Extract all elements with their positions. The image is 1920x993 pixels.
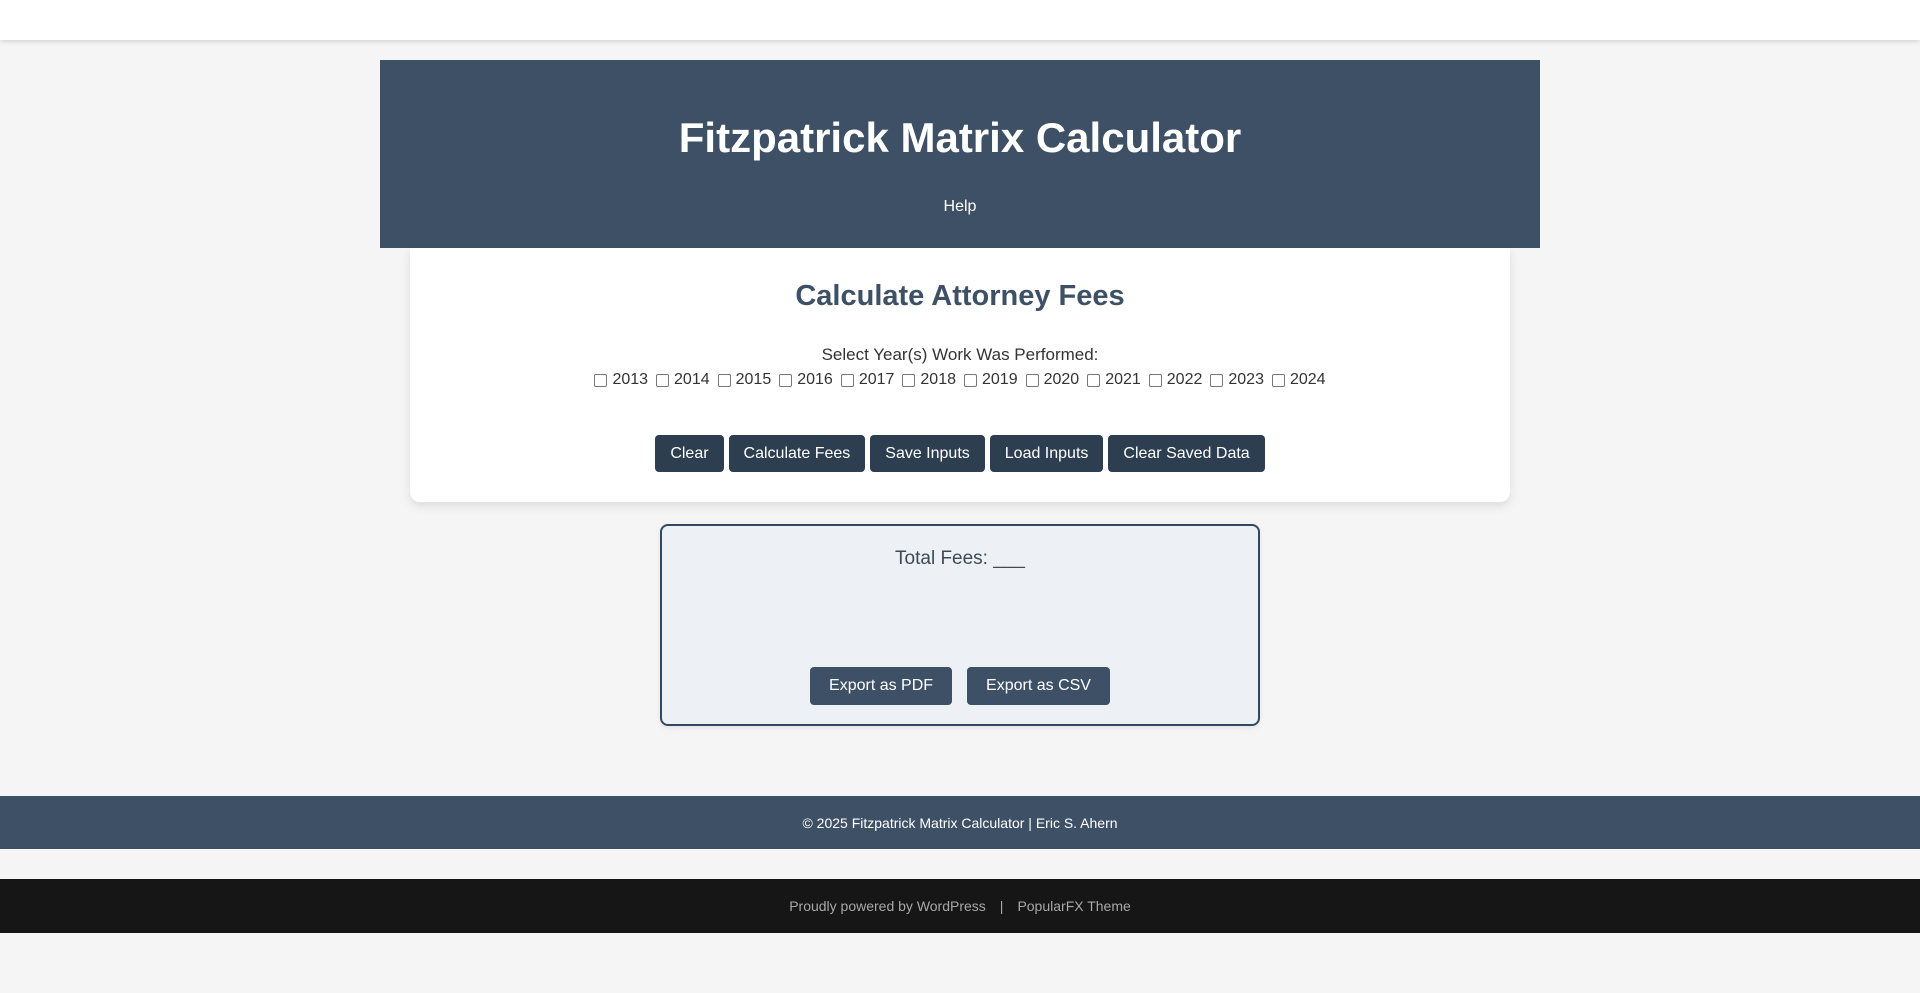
header-nav: Help: [380, 198, 1540, 216]
year-label: 2015: [735, 371, 772, 388]
year-checkbox[interactable]: [717, 373, 731, 387]
year-checkbox[interactable]: [964, 373, 977, 387]
year-option[interactable]: 2015: [717, 371, 772, 389]
results-panel: Total Fees: ___ Export as PDF Export as …: [660, 524, 1260, 726]
help-link[interactable]: Help: [944, 198, 977, 215]
calculator-card: Calculate Attorney Fees Select Year(s) W…: [410, 248, 1510, 502]
year-checkbox[interactable]: [1271, 373, 1285, 387]
year-label: 2023: [1228, 371, 1264, 388]
load-inputs-button[interactable]: Load Inputs: [989, 435, 1104, 472]
year-label: 2018: [920, 371, 956, 388]
year-option[interactable]: 2016: [779, 371, 833, 389]
year-checkbox-group: 2013 2014 2015 2016 2017 2018 2019 2020 2021 2022…: [410, 371, 1510, 389]
copyright-text: © 2025 Fitzpatrick Matrix Calculator | E…: [802, 814, 1118, 831]
export-pdf-button[interactable]: Export as PDF: [810, 667, 953, 705]
export-actions: Export as PDF Export as CSV: [662, 667, 1258, 705]
year-option[interactable]: 2023: [1210, 371, 1264, 389]
clear-button[interactable]: Clear: [655, 435, 724, 472]
site-footer: © 2025 Fitzpatrick Matrix Calculator | E…: [0, 796, 1920, 849]
year-label: 2019: [982, 371, 1018, 388]
year-option[interactable]: 2017: [840, 371, 895, 389]
year-checkbox[interactable]: [1087, 373, 1101, 387]
year-label: 2020: [1043, 371, 1080, 388]
year-checkbox[interactable]: [779, 373, 793, 387]
year-option[interactable]: 2014: [656, 371, 710, 389]
top-bar: [0, 0, 1920, 40]
site-title: Fitzpatrick Matrix Calculator: [678, 114, 1242, 161]
year-option[interactable]: 2024: [1271, 371, 1326, 389]
year-option[interactable]: 2019: [964, 371, 1018, 389]
clear-saved-data-button[interactable]: Clear Saved Data: [1108, 435, 1265, 472]
save-inputs-button[interactable]: Save Inputs: [870, 435, 985, 472]
years-label: Select Year(s) Work Was Performed:: [821, 345, 1099, 364]
year-label: 2014: [674, 371, 710, 388]
site-header: Fitzpatrick Matrix Calculator Help: [380, 60, 1540, 248]
year-checkbox[interactable]: [902, 373, 916, 387]
calculate-fees-button[interactable]: Calculate Fees: [728, 435, 866, 472]
year-label: 2024: [1289, 371, 1326, 388]
year-checkbox[interactable]: [1025, 373, 1039, 387]
year-option[interactable]: 2018: [902, 371, 956, 389]
year-option[interactable]: 2013: [594, 371, 648, 389]
year-label: 2016: [797, 371, 833, 388]
wordpress-link[interactable]: Proudly powered by WordPress: [789, 898, 986, 914]
total-fees: Total Fees: ___: [895, 548, 1025, 569]
year-option[interactable]: 2020: [1025, 371, 1080, 389]
year-label: 2021: [1105, 371, 1141, 388]
year-checkbox[interactable]: [1148, 373, 1162, 387]
year-option[interactable]: 2022: [1148, 371, 1203, 389]
calculator-title: Calculate Attorney Fees: [795, 280, 1125, 312]
calculator-actions: Clear Calculate Fees Save Inputs Load In…: [410, 435, 1510, 472]
export-csv-button[interactable]: Export as CSV: [967, 667, 1110, 705]
year-checkbox[interactable]: [594, 373, 608, 387]
year-checkbox[interactable]: [840, 373, 854, 387]
wordpress-footer: Proudly powered by WordPress | PopularFX…: [0, 879, 1920, 933]
year-label: 2013: [612, 371, 649, 388]
footer-separator: |: [999, 898, 1004, 914]
year-checkbox[interactable]: [656, 373, 670, 387]
year-checkbox[interactable]: [1210, 373, 1224, 387]
year-label: 2017: [858, 371, 895, 388]
year-label: 2022: [1166, 371, 1203, 388]
year-option[interactable]: 2021: [1087, 371, 1141, 389]
theme-link[interactable]: PopularFX Theme: [1017, 898, 1130, 914]
